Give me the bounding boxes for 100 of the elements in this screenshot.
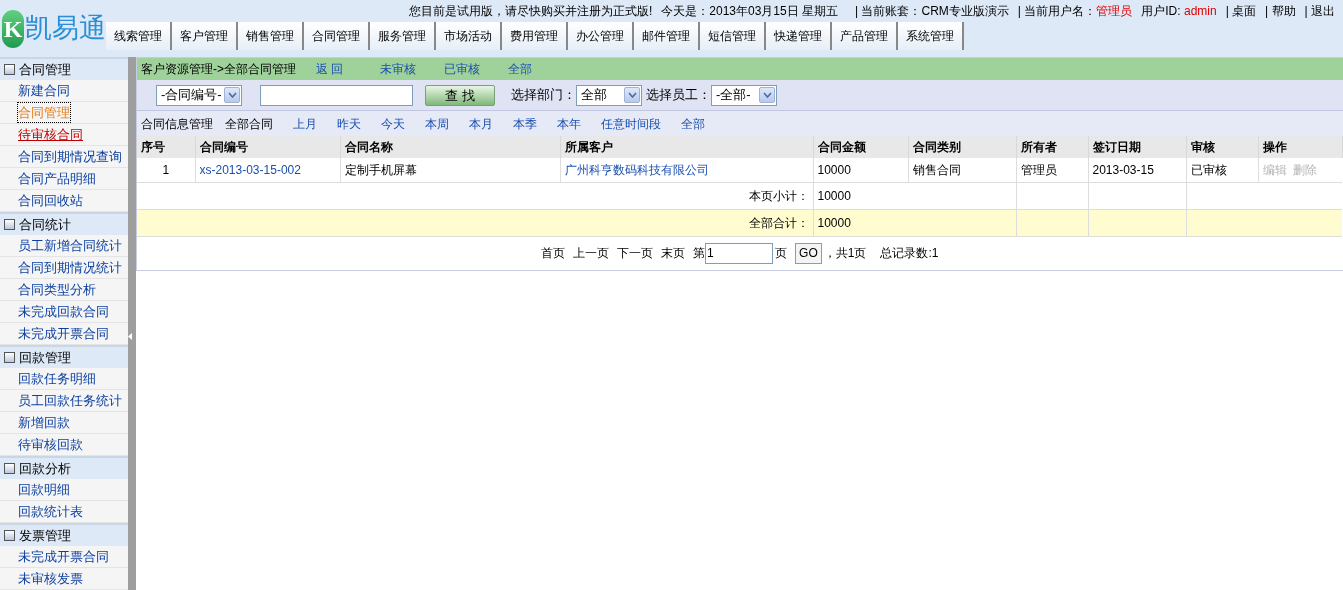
table-cell: 定制手机屏幕 bbox=[340, 158, 560, 182]
period-link[interactable]: 本年 bbox=[557, 114, 581, 133]
period-link[interactable]: 今天 bbox=[381, 114, 405, 133]
sidebar-item[interactable]: 合同到期情况查询 bbox=[18, 146, 122, 167]
page-link[interactable]: 首页 bbox=[541, 244, 566, 262]
page-link[interactable]: 末页 bbox=[661, 244, 686, 262]
logo-mark: K bbox=[2, 9, 24, 48]
sidebar-item[interactable]: 回款明细 bbox=[18, 479, 70, 500]
header-text: 今天是：2013年03月15日 星期五 bbox=[661, 3, 839, 20]
sidebar-item[interactable]: 待审核回款 bbox=[18, 434, 83, 455]
nav-tab[interactable]: 市场活动 bbox=[436, 22, 502, 50]
nav-tab[interactable]: 产品管理 bbox=[832, 22, 898, 50]
nav-tab[interactable]: 客户管理 bbox=[172, 22, 238, 50]
filter-link[interactable]: 返 回 bbox=[316, 60, 344, 78]
page-suffix: 页 bbox=[775, 245, 788, 262]
staff-select[interactable]: -全部- bbox=[711, 84, 777, 106]
period-link[interactable]: 本周 bbox=[425, 114, 449, 133]
column-header: 操作 bbox=[1258, 136, 1342, 158]
search-button[interactable]: 查 找 bbox=[425, 84, 495, 106]
summary-label: 本页小计： bbox=[137, 182, 813, 209]
sidebar-item[interactable]: 员工新增合同统计 bbox=[18, 235, 122, 256]
table-cell: 管理员 bbox=[1016, 158, 1088, 182]
header-text: | 当前账套：CRM专业版演示 bbox=[855, 3, 1009, 20]
nav-tab[interactable]: 快递管理 bbox=[766, 22, 832, 50]
summary-value: 10000 bbox=[813, 182, 1016, 209]
sidebar-item[interactable]: 回款任务明细 bbox=[18, 368, 96, 389]
filter-link[interactable]: 已审核 bbox=[444, 60, 481, 78]
table-cell: 10000 bbox=[813, 158, 908, 182]
column-header: 审核 bbox=[1186, 136, 1258, 158]
summary-value: 10000 bbox=[813, 209, 1016, 236]
nav-tab[interactable]: 销售管理 bbox=[238, 22, 304, 50]
period-link[interactable]: 全部 bbox=[681, 114, 705, 133]
logo-text: 凯易通 bbox=[25, 15, 106, 42]
sidebar-item[interactable]: 合同到期情况统计 bbox=[18, 257, 122, 278]
header-link[interactable]: | 退出 bbox=[1304, 2, 1335, 20]
collapse-arrow-icon[interactable] bbox=[128, 333, 133, 340]
sidebar-item[interactable]: 合同类型分析 bbox=[18, 279, 96, 300]
department-label: 选择部门： bbox=[511, 86, 576, 105]
page-count: ，共1页 bbox=[823, 245, 867, 262]
nav-tab[interactable]: 系统管理 bbox=[898, 22, 964, 50]
period-link[interactable]: 昨天 bbox=[337, 114, 361, 133]
sidebar-section-header[interactable]: 合同统计 bbox=[0, 214, 128, 235]
column-header: 序号 bbox=[137, 136, 195, 158]
sidebar-section-header[interactable]: 回款分析 bbox=[0, 458, 128, 479]
column-header: 合同编号 bbox=[195, 136, 340, 158]
column-header: 签订日期 bbox=[1088, 136, 1186, 158]
nav-tab[interactable]: 短信管理 bbox=[700, 22, 766, 50]
nav-tab[interactable]: 办公管理 bbox=[568, 22, 634, 50]
period-link[interactable]: 本月 bbox=[469, 114, 493, 133]
sidebar-item[interactable]: 合同回收站 bbox=[18, 190, 83, 211]
sidebar-item[interactable]: 新增回款 bbox=[18, 412, 70, 433]
sidebar-section-header[interactable]: 发票管理 bbox=[0, 525, 128, 546]
nav-tab[interactable]: 合同管理 bbox=[304, 22, 370, 50]
sidebar-item[interactable]: 待审核合同 bbox=[18, 124, 83, 145]
page-link[interactable]: 上一页 bbox=[573, 244, 610, 262]
page-field[interactable]: 1 bbox=[705, 242, 774, 264]
header-text: 您目前是试用版，请尽快购买并注册为正式版! bbox=[408, 3, 653, 20]
sidebar-item[interactable]: 未完成开票合同 bbox=[18, 323, 109, 344]
sidebar-section-header[interactable]: 合同管理 bbox=[0, 59, 128, 80]
nav-tab[interactable]: 服务管理 bbox=[370, 22, 436, 50]
period-label: 全部合同 bbox=[225, 115, 273, 133]
header-link[interactable]: | 帮助 bbox=[1265, 2, 1296, 20]
sidebar-section-header[interactable]: 回款管理 bbox=[0, 347, 128, 368]
table-cell: 2013-03-15 bbox=[1088, 158, 1186, 182]
column-header: 合同名称 bbox=[340, 136, 560, 158]
sidebar-item[interactable]: 未审核发票 bbox=[18, 568, 83, 589]
column-header: 合同金额 bbox=[813, 136, 908, 158]
column-header: 所有者 bbox=[1016, 136, 1088, 158]
nav-tab[interactable]: 邮件管理 bbox=[634, 22, 700, 50]
filter-link[interactable]: 未审核 bbox=[380, 60, 417, 78]
column-header: 合同类别 bbox=[908, 136, 1016, 158]
period-link[interactable]: 本季 bbox=[513, 114, 537, 133]
user-info: 用户ID: admin bbox=[1141, 3, 1217, 20]
filter-link[interactable]: 全部 bbox=[508, 60, 533, 78]
header-link[interactable]: | 桌面 bbox=[1225, 2, 1257, 20]
page-link[interactable]: 下一页 bbox=[617, 244, 654, 262]
staff-label: 选择员工： bbox=[646, 86, 711, 105]
nav-tab[interactable]: 线索管理 bbox=[106, 22, 172, 50]
sidebar-item[interactable]: 合同产品明细 bbox=[18, 168, 96, 189]
sidebar-item[interactable]: 回款统计表 bbox=[18, 501, 83, 522]
period-link[interactable]: 任意时间段 bbox=[601, 114, 661, 133]
nav-tab[interactable]: 费用管理 bbox=[502, 22, 568, 50]
sidebar-item[interactable]: 未完成开票合同 bbox=[18, 546, 109, 567]
table-cell: 1 bbox=[137, 158, 195, 182]
column-header: 所属客户 bbox=[560, 136, 813, 158]
record-count: 总记录数:1 bbox=[880, 245, 939, 262]
department-select[interactable]: 全部 bbox=[576, 84, 642, 106]
contract-number-link[interactable]: xs-2013-03-15-002 bbox=[199, 162, 301, 177]
breadcrumb: 客户资源管理->全部合同管理 bbox=[141, 61, 296, 78]
search-field[interactable] bbox=[260, 84, 413, 106]
sidebar-item[interactable]: 新建合同 bbox=[18, 80, 70, 101]
summary-label: 全部合计： bbox=[137, 209, 813, 236]
user-info: | 当前用户名：管理员 bbox=[1017, 3, 1133, 20]
go-button[interactable]: GO bbox=[795, 242, 822, 264]
sidebar-item[interactable]: 未完成回款合同 bbox=[18, 301, 109, 322]
customer-link[interactable]: 广州科亨数码科技有限公司 bbox=[564, 162, 709, 177]
period-link[interactable]: 上月 bbox=[293, 114, 317, 133]
period-label: 合同信息管理 bbox=[141, 115, 213, 133]
sidebar-item[interactable]: 员工回款任务统计 bbox=[18, 390, 122, 411]
field-select[interactable]: -合同编号- bbox=[156, 84, 242, 106]
